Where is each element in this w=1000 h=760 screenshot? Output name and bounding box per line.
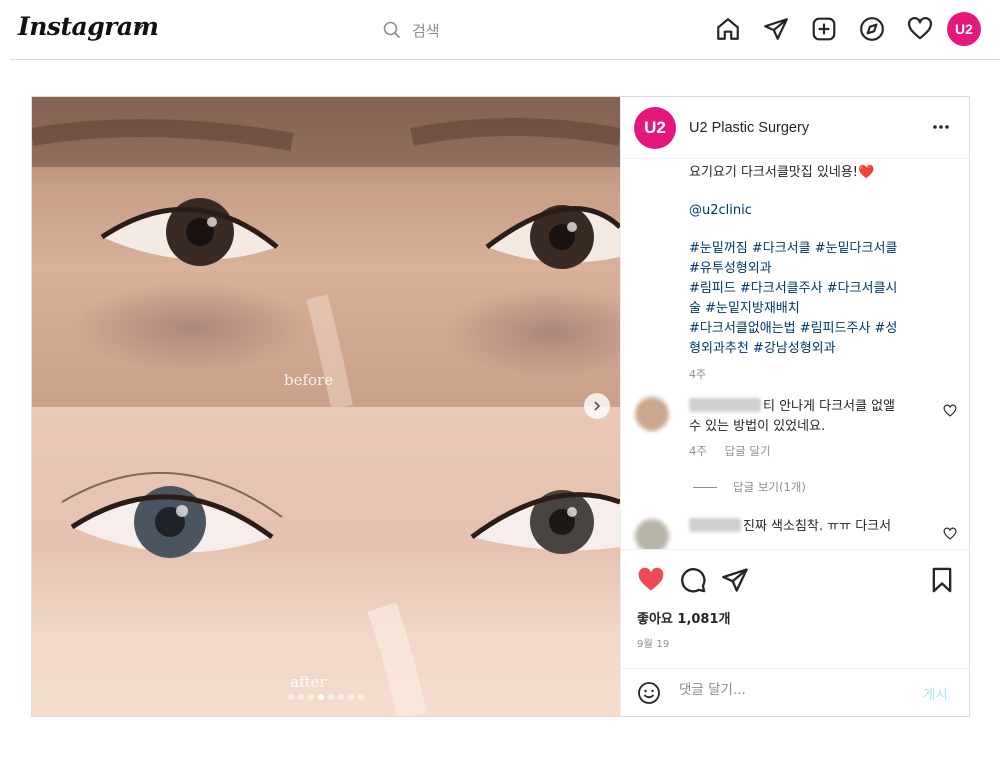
carousel-dot (288, 694, 294, 700)
comment-icon[interactable] (679, 566, 707, 594)
hashtag-line[interactable]: 술 #눈밑지방재배치 (689, 299, 939, 319)
post-caption: 요기요기 다크서클맛집 있네용!❤️ @u2clinic #눈밑꺼짐 #다크서클… (689, 163, 939, 385)
reply-button[interactable]: 답글 달기 (725, 444, 771, 458)
post-actions: 좋아요 1,081개 9월 19 (621, 549, 970, 669)
account-avatar[interactable]: U2 (634, 107, 676, 149)
comment-input[interactable] (679, 682, 909, 698)
comment-text: 진짜 색소침착. ㅠㅠ 다크서 (689, 517, 934, 537)
profile-avatar[interactable]: U2 (947, 12, 981, 46)
comment-like-icon[interactable] (943, 527, 957, 541)
commenter-avatar[interactable] (635, 519, 669, 549)
mention-link[interactable]: @u2clinic (689, 201, 939, 221)
nav-divider (10, 59, 1000, 60)
after-eyes-illustration (61, 471, 620, 716)
carousel-dot (318, 694, 324, 700)
new-post-icon[interactable] (810, 14, 838, 44)
hashtag-line[interactable]: #다크서클없애는법 #림피드주사 #성 (689, 319, 939, 339)
comment-time: 4주 (689, 444, 707, 458)
nav-icon-bar (0, 14, 1000, 46)
after-photo: after (32, 407, 620, 716)
caption-time: 4주 (689, 368, 707, 381)
post-comment-button[interactable]: 게시 (923, 683, 948, 703)
liked-heart-icon[interactable] (637, 566, 665, 594)
post-media-carousel[interactable]: before after (32, 97, 620, 716)
comment-composer: 게시 (621, 668, 970, 716)
direct-message-icon[interactable] (762, 14, 790, 44)
chevron-right-icon (594, 401, 601, 411)
comment-meta: 4주 답글 달기 (689, 443, 785, 459)
post-date: 9월 19 (637, 639, 670, 650)
before-photo: before (32, 97, 620, 407)
bookmark-icon[interactable] (928, 566, 956, 594)
post-header: U2 U2 Plastic Surgery (621, 97, 970, 159)
carousel-next-button[interactable] (584, 393, 610, 419)
before-eyes-illustration (32, 97, 620, 407)
hashtag-line[interactable]: 형외과추천 #강남성형외과 (689, 339, 939, 359)
account-name[interactable]: U2 Plastic Surgery (689, 120, 809, 136)
hashtag-line[interactable]: #유투성형외과 (689, 259, 939, 279)
home-icon[interactable] (714, 14, 742, 44)
commenter-avatar[interactable] (635, 397, 669, 431)
carousel-dot (358, 694, 364, 700)
hashtag-line[interactable]: #림피드 #다크서클주사 #다크서클시 (689, 279, 939, 299)
caption-line: 요기요기 다크서클맛집 있네용!❤️ (689, 163, 939, 183)
carousel-dot (348, 694, 354, 700)
commenter-name-blurred[interactable] (689, 518, 741, 532)
comment-like-icon[interactable] (943, 404, 957, 418)
emoji-icon[interactable] (637, 681, 661, 705)
share-icon[interactable] (721, 566, 749, 594)
hashtag-line[interactable]: #눈밑꺼짐 #다크서클 #눈밑다크서클 (689, 239, 939, 259)
before-label: before (284, 371, 334, 389)
caption-text: 요기요기 다크서클맛집 있네용! (689, 165, 858, 180)
comment-text: 티 안나게 다크서클 없앨 수 있는 방법이 있었네요. (689, 398, 895, 434)
more-options-icon[interactable] (931, 119, 951, 135)
top-navigation: Instagram 검색 U2 (0, 0, 1000, 60)
heart-emoji: ❤️ (857, 165, 875, 180)
carousel-indicator (32, 694, 620, 700)
carousel-dot (328, 694, 334, 700)
commenter-name-blurred[interactable] (689, 398, 761, 412)
explore-compass-icon[interactable] (858, 14, 886, 44)
comments-section[interactable]: 요기요기 다크서클맛집 있네용!❤️ @u2clinic #눈밑꺼짐 #다크서클… (621, 159, 970, 549)
carousel-dot (298, 694, 304, 700)
view-replies-button[interactable]: 답글 보기(1개) (693, 479, 806, 495)
activity-heart-icon[interactable] (906, 14, 934, 44)
post-card: before after U2 U2 Plastic Surgery 요기요기 … (31, 96, 970, 717)
carousel-dot (308, 694, 314, 700)
carousel-dot (338, 694, 344, 700)
post-sidebar: U2 U2 Plastic Surgery 요기요기 다크서클맛집 있네용!❤️… (620, 97, 970, 716)
likes-count[interactable]: 좋아요 1,081개 (637, 608, 731, 627)
after-label: after (290, 673, 327, 691)
